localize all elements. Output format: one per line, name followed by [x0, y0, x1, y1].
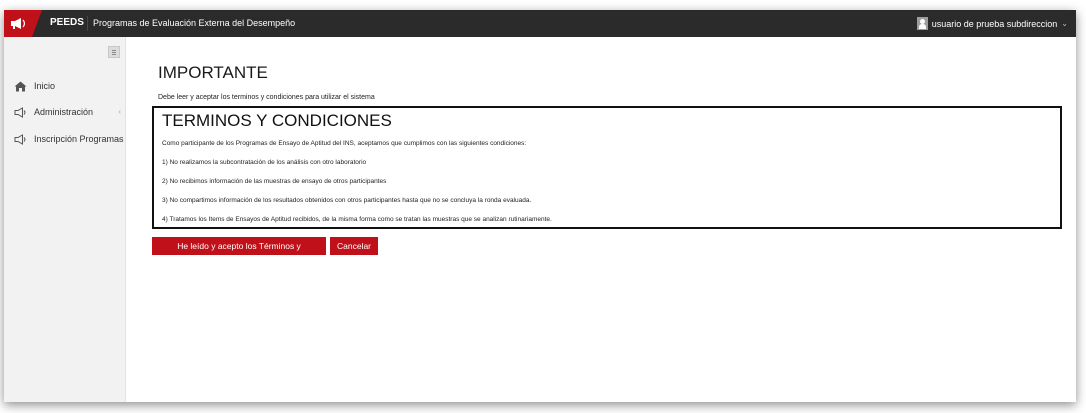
sidebar-item-administracion[interactable]: Administración ‹ [4, 102, 125, 124]
sidebar: Inicio Administración ‹ Inscripción Prog… [4, 37, 126, 402]
app-title: Programas de Evaluación Externa del Dese… [93, 18, 296, 28]
sidebar-item-label: Inicio [34, 81, 56, 91]
app-window: PEEDS Programas de Evaluación Externa de… [4, 10, 1076, 402]
user-icon [916, 17, 928, 30]
brand-accent [32, 10, 42, 37]
page-subtitle: Debe leer y aceptar los terminos y condi… [158, 94, 375, 101]
chevron-left-icon: ‹ [118, 134, 121, 143]
terms-intro: Como participante de los Programas de En… [162, 140, 527, 147]
sidebar-item-inscripcion-programas[interactable]: Inscripción Programas ‹ [4, 129, 125, 151]
terms-panel: TERMINOS Y CONDICIONES Como participante… [152, 106, 1062, 229]
terms-item: 1) No realizamos la subcontratación de l… [162, 159, 367, 166]
main-content: IMPORTANTE Debe leer y aceptar los termi… [126, 37, 1076, 402]
sidebar-item-label: Inscripción Programas [34, 134, 124, 144]
accept-terms-button[interactable]: He leído y acepto los Términos y Condici… [152, 237, 326, 269]
chevron-left-icon: ‹ [118, 107, 121, 116]
top-navbar: PEEDS Programas de Evaluación Externa de… [4, 10, 1076, 37]
terms-item: 2) No recibimos información de las muest… [162, 178, 387, 185]
page-title: IMPORTANTE [158, 63, 268, 82]
sidebar-toggle-button[interactable] [108, 46, 120, 58]
brand-logo[interactable] [4, 10, 32, 37]
terms-item: 3) No compartimos información de los res… [162, 197, 532, 204]
user-name: usuario de prueba subdireccion [931, 18, 1058, 29]
sidebar-item-label: Administración [34, 107, 94, 117]
megaphone-icon [14, 107, 26, 118]
terms-item: 4) Tratamos los Items de Ensayos de Apti… [162, 216, 552, 223]
megaphone-icon [14, 134, 26, 145]
user-menu[interactable]: usuario de prueba subdireccion ⌄ [916, 16, 1068, 31]
chevron-down-icon: ⌄ [1061, 19, 1068, 28]
brand-divider [87, 16, 88, 31]
megaphone-icon [11, 18, 26, 29]
terms-title: TERMINOS Y CONDICIONES [162, 111, 392, 130]
cancel-button[interactable]: Cancelar [330, 237, 378, 255]
brand-name[interactable]: PEEDS [50, 17, 84, 28]
home-icon [14, 81, 27, 92]
sidebar-item-inicio[interactable]: Inicio [4, 76, 125, 98]
